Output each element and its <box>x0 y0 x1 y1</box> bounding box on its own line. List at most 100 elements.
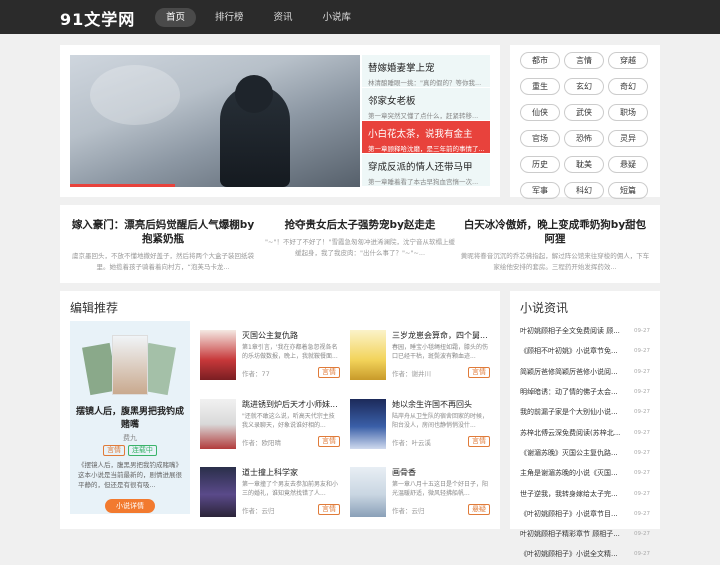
book-item[interactable]: 她以余生许国不再回头 陆岸舟从卫生队的宿舍回家的时候，阳台没人，房间也静悄悄没什… <box>350 399 490 449</box>
editor-main-card[interactable]: 摆镜人后，腹黑男把我钓成赌嘴 费九 言情 连载中 《摆镜人后，腹黑男把我钓成赌嘴… <box>70 321 190 514</box>
banner-item-active[interactable]: 小白花太茶，说我有金主 第一章顾释哈沈磨，是三年前的事情了... <box>362 121 490 154</box>
editor-section-title: 编辑推荐 <box>70 301 119 315</box>
news-item[interactable]: 苏梓北傅云深免费阅读(苏梓北... 09-27 <box>520 422 650 442</box>
category-tag[interactable]: 重生 <box>520 78 560 95</box>
category-tag[interactable]: 穿越 <box>608 52 648 69</box>
featured-title[interactable]: 抢夺贵女后太子强势宠by赵走走 <box>265 218 455 232</box>
news-item[interactable]: 《叶初姚顾相子》小说章节目... 09-27 <box>520 504 650 524</box>
book-detail-button[interactable]: 小说详情 <box>105 499 155 513</box>
category-tag[interactable]: 仙侠 <box>520 104 560 121</box>
book-genre-tag: 言情 <box>318 504 340 515</box>
featured-book[interactable]: 白天冰冷傲娇，晚上变成乖奶狗by甜包阿狸 黄昵将眷音沉沉的乔芯佛指起，解过阵公馆… <box>460 218 650 273</box>
category-tag[interactable]: 武侠 <box>564 104 604 121</box>
book-author: 作者：云归 <box>242 507 275 515</box>
book-title[interactable]: 灭国公主复仇路 <box>242 330 340 341</box>
news-title[interactable]: 苏梓北傅云深免费阅读(苏梓北... <box>520 428 626 438</box>
book-item[interactable]: 三岁龙崽会算命，四个舅... 春园，睡宝小毯绳扭如霜，膝头的伤口已经干枯，斑鬓波… <box>350 330 490 380</box>
news-title[interactable]: 简颖厉爸修简颖厉爸修小说阅... <box>520 367 626 377</box>
category-tag[interactable]: 都市 <box>520 52 560 69</box>
banner-item[interactable]: 穿成反派的情人还带马甲 第一章睡着看了本古早狗血宫惰一次... <box>362 154 490 187</box>
featured-title[interactable]: 白天冰冷傲娇，晚上变成乖奶狗by甜包阿狸 <box>460 218 650 246</box>
book-cover[interactable] <box>350 467 386 517</box>
book-cover[interactable] <box>350 330 386 380</box>
news-title[interactable]: 《谢湄苏晚》灭国公主复仇路... <box>520 448 626 458</box>
book-cover[interactable] <box>200 330 236 380</box>
category-tag[interactable]: 职场 <box>608 104 648 121</box>
featured-desc: 虞京墨回头，不放不懂地撒好盖子，然后将两个大盒子装回纸袋里。她揽着孩子骑着着向村… <box>72 252 254 271</box>
news-item[interactable]: 《叶初姚顾相子》小说全文精... 09-27 <box>520 544 650 564</box>
book-author: 作者：云归 <box>392 507 425 515</box>
site-logo[interactable]: 91文学网 <box>60 6 135 30</box>
news-title[interactable]: 叶初姚顾相子全文免费阅读 顾... <box>520 326 626 336</box>
news-item[interactable]: 我的前漏子家是个大别仙小说... 09-27 <box>520 402 650 422</box>
category-tag[interactable]: 玄幻 <box>564 78 604 95</box>
book-cover[interactable] <box>350 399 386 449</box>
featured-book[interactable]: 嫁入豪门：漂亮后妈觉醒后人气爆棚by抱紧奶瓶 虞京墨回头，不放不懂地撒好盖子，然… <box>68 218 258 273</box>
main-book-title[interactable]: 摆镜人后，腹黑男把我钓成赌嘴 <box>76 406 184 432</box>
category-tag[interactable]: 灵异 <box>608 130 648 147</box>
banner-carousel-image[interactable] <box>70 55 360 187</box>
category-tag[interactable]: 科幻 <box>564 182 604 199</box>
category-tag[interactable]: 奇幻 <box>608 78 648 95</box>
category-tag[interactable]: 耽美 <box>564 156 604 173</box>
banner-item[interactable]: 邻家女老板 第一章突然又懂了点什么，赶紧转移... <box>362 88 490 121</box>
nav-home[interactable]: 首页 <box>155 8 197 27</box>
news-item[interactable]: 叶初姚顾相子精彩章节 顾相子... 09-27 <box>520 524 650 544</box>
news-item[interactable]: 主角是谢湄苏晚的小说《灭国... 09-27 <box>520 463 650 483</box>
category-tag[interactable]: 言情 <box>564 52 604 69</box>
book-author: 作者：欧阳晴 <box>242 439 281 447</box>
book-item[interactable]: 跳进锈到炉后天才小师妹... "还就不敢这么说，听高天代宗主技我义录聊天，好象说… <box>200 399 340 449</box>
news-title[interactable]: 《叶初姚顾相子》小说全文精... <box>520 549 626 559</box>
book-item[interactable]: 画骨香 第一章八月十五这日是个好日子，阳光温暖舒适，微风轻拂船帆... 作者：云… <box>350 467 490 517</box>
news-title[interactable]: 世子逆我，我转身嫁给太子完... <box>520 489 626 499</box>
banner-figure-head <box>235 75 273 113</box>
book-title[interactable]: 三岁龙崽会算命，四个舅... <box>392 330 490 341</box>
news-title[interactable]: 《叶初姚顾相子》小说章节目... <box>520 509 626 519</box>
news-item[interactable]: 简颖厉爸修简颖厉爸修小说阅... 09-27 <box>520 362 650 382</box>
news-item[interactable]: 《谢湄苏晚》灭国公主复仇路... 09-27 <box>520 443 650 463</box>
news-date: 09-27 <box>634 470 650 477</box>
book-title[interactable]: 她以余生许国不再回头 <box>392 399 490 410</box>
category-tag[interactable]: 悬疑 <box>608 156 648 173</box>
featured-title[interactable]: 嫁入豪门：漂亮后妈觉醒后人气爆棚by抱紧奶瓶 <box>68 218 258 246</box>
category-tag[interactable]: 官场 <box>520 130 560 147</box>
news-title[interactable]: 明绰暗诱：动了情的佛子太会... <box>520 387 626 397</box>
book-title[interactable]: 跳进锈到炉后天才小师妹... <box>242 399 340 410</box>
news-title[interactable]: 叶初姚顾相子精彩章节 顾相子... <box>520 529 626 539</box>
news-item[interactable]: 《顾相不叶初姚》小说章节免... 09-27 <box>520 341 650 361</box>
category-tag[interactable]: 军事 <box>520 182 560 199</box>
banner-list: 替嫁婚妻掌上宠 林清酿睡眼一挑："真的假的？等你我... 邻家女老板 第一章突然… <box>362 55 490 187</box>
book-desc: 陆岸舟从卫生队的宿舍回家的时候，阳台没人，房间也静悄悄没什... <box>392 413 489 429</box>
banner-item-title: 替嫁婚妻掌上宠 <box>368 63 435 74</box>
book-title[interactable]: 道士撞上科学家 <box>242 467 340 478</box>
featured-book[interactable]: 抢夺贵女后太子强势宠by赵走走 "~"！不好了不好了！"雪霞急匆匆冲进浠澜院，沈… <box>265 218 455 259</box>
main-book-tags: 言情 连载中 <box>70 445 190 456</box>
category-tag[interactable]: 历史 <box>520 156 560 173</box>
book-desc: "还就不敢这么说，听高天代宗主技我义录聊天，好象说谁好相的... <box>242 413 335 429</box>
nav-news[interactable]: 资讯 <box>263 8 304 27</box>
category-tag[interactable]: 短篇 <box>608 182 648 199</box>
book-item[interactable]: 道士撞上科学家 第一章撞了个男友去参加前男友和小三的婚礼，谁知竟然找错了人...… <box>200 467 340 517</box>
book-desc: 春园，睡宝小毯绳扭如霜，膝头的伤口已经干枯，斑鬓波有颗血迹... <box>392 344 489 360</box>
news-title[interactable]: 我的前漏子家是个大别仙小说... <box>520 407 626 417</box>
news-title[interactable]: 主角是谢湄苏晚的小说《灭国... <box>520 468 626 478</box>
book-item[interactable]: 灭国公主复仇路 第1章引言，'我在亦都着急忽视各名的乐坊做数报，晚上，我就鞍餐面… <box>200 330 340 380</box>
book-cover[interactable] <box>200 399 236 449</box>
banner-item-title: 邻家女老板 <box>368 96 416 107</box>
news-section-title: 小说资讯 <box>520 301 569 315</box>
nav-library[interactable]: 小说库 <box>312 8 363 27</box>
book-cover-stack[interactable] <box>78 331 182 401</box>
book-title[interactable]: 画骨香 <box>392 467 490 478</box>
news-item[interactable]: 世子逆我，我转身嫁给太子完... 09-27 <box>520 483 650 503</box>
nav-ranking[interactable]: 排行榜 <box>204 8 255 27</box>
news-item[interactable]: 叶初姚顾相子全文免费阅读 顾... 09-27 <box>520 321 650 341</box>
news-item[interactable]: 明绰暗诱：动了情的佛子太会... 09-27 <box>520 382 650 402</box>
book-cover[interactable] <box>200 467 236 517</box>
banner-item[interactable]: 替嫁婚妻掌上宠 林清酿睡眼一挑："真的假的？等你我... <box>362 55 490 88</box>
banner-item-title: 小白花太茶，说我有金主 <box>368 129 473 140</box>
news-date: 09-27 <box>634 490 650 497</box>
category-tag[interactable]: 恐怖 <box>564 130 604 147</box>
news-title[interactable]: 《顾相不叶初姚》小说章节免... <box>520 346 626 356</box>
book-author: 作者：谢井川 <box>392 370 431 378</box>
news-date: 09-27 <box>634 551 650 558</box>
